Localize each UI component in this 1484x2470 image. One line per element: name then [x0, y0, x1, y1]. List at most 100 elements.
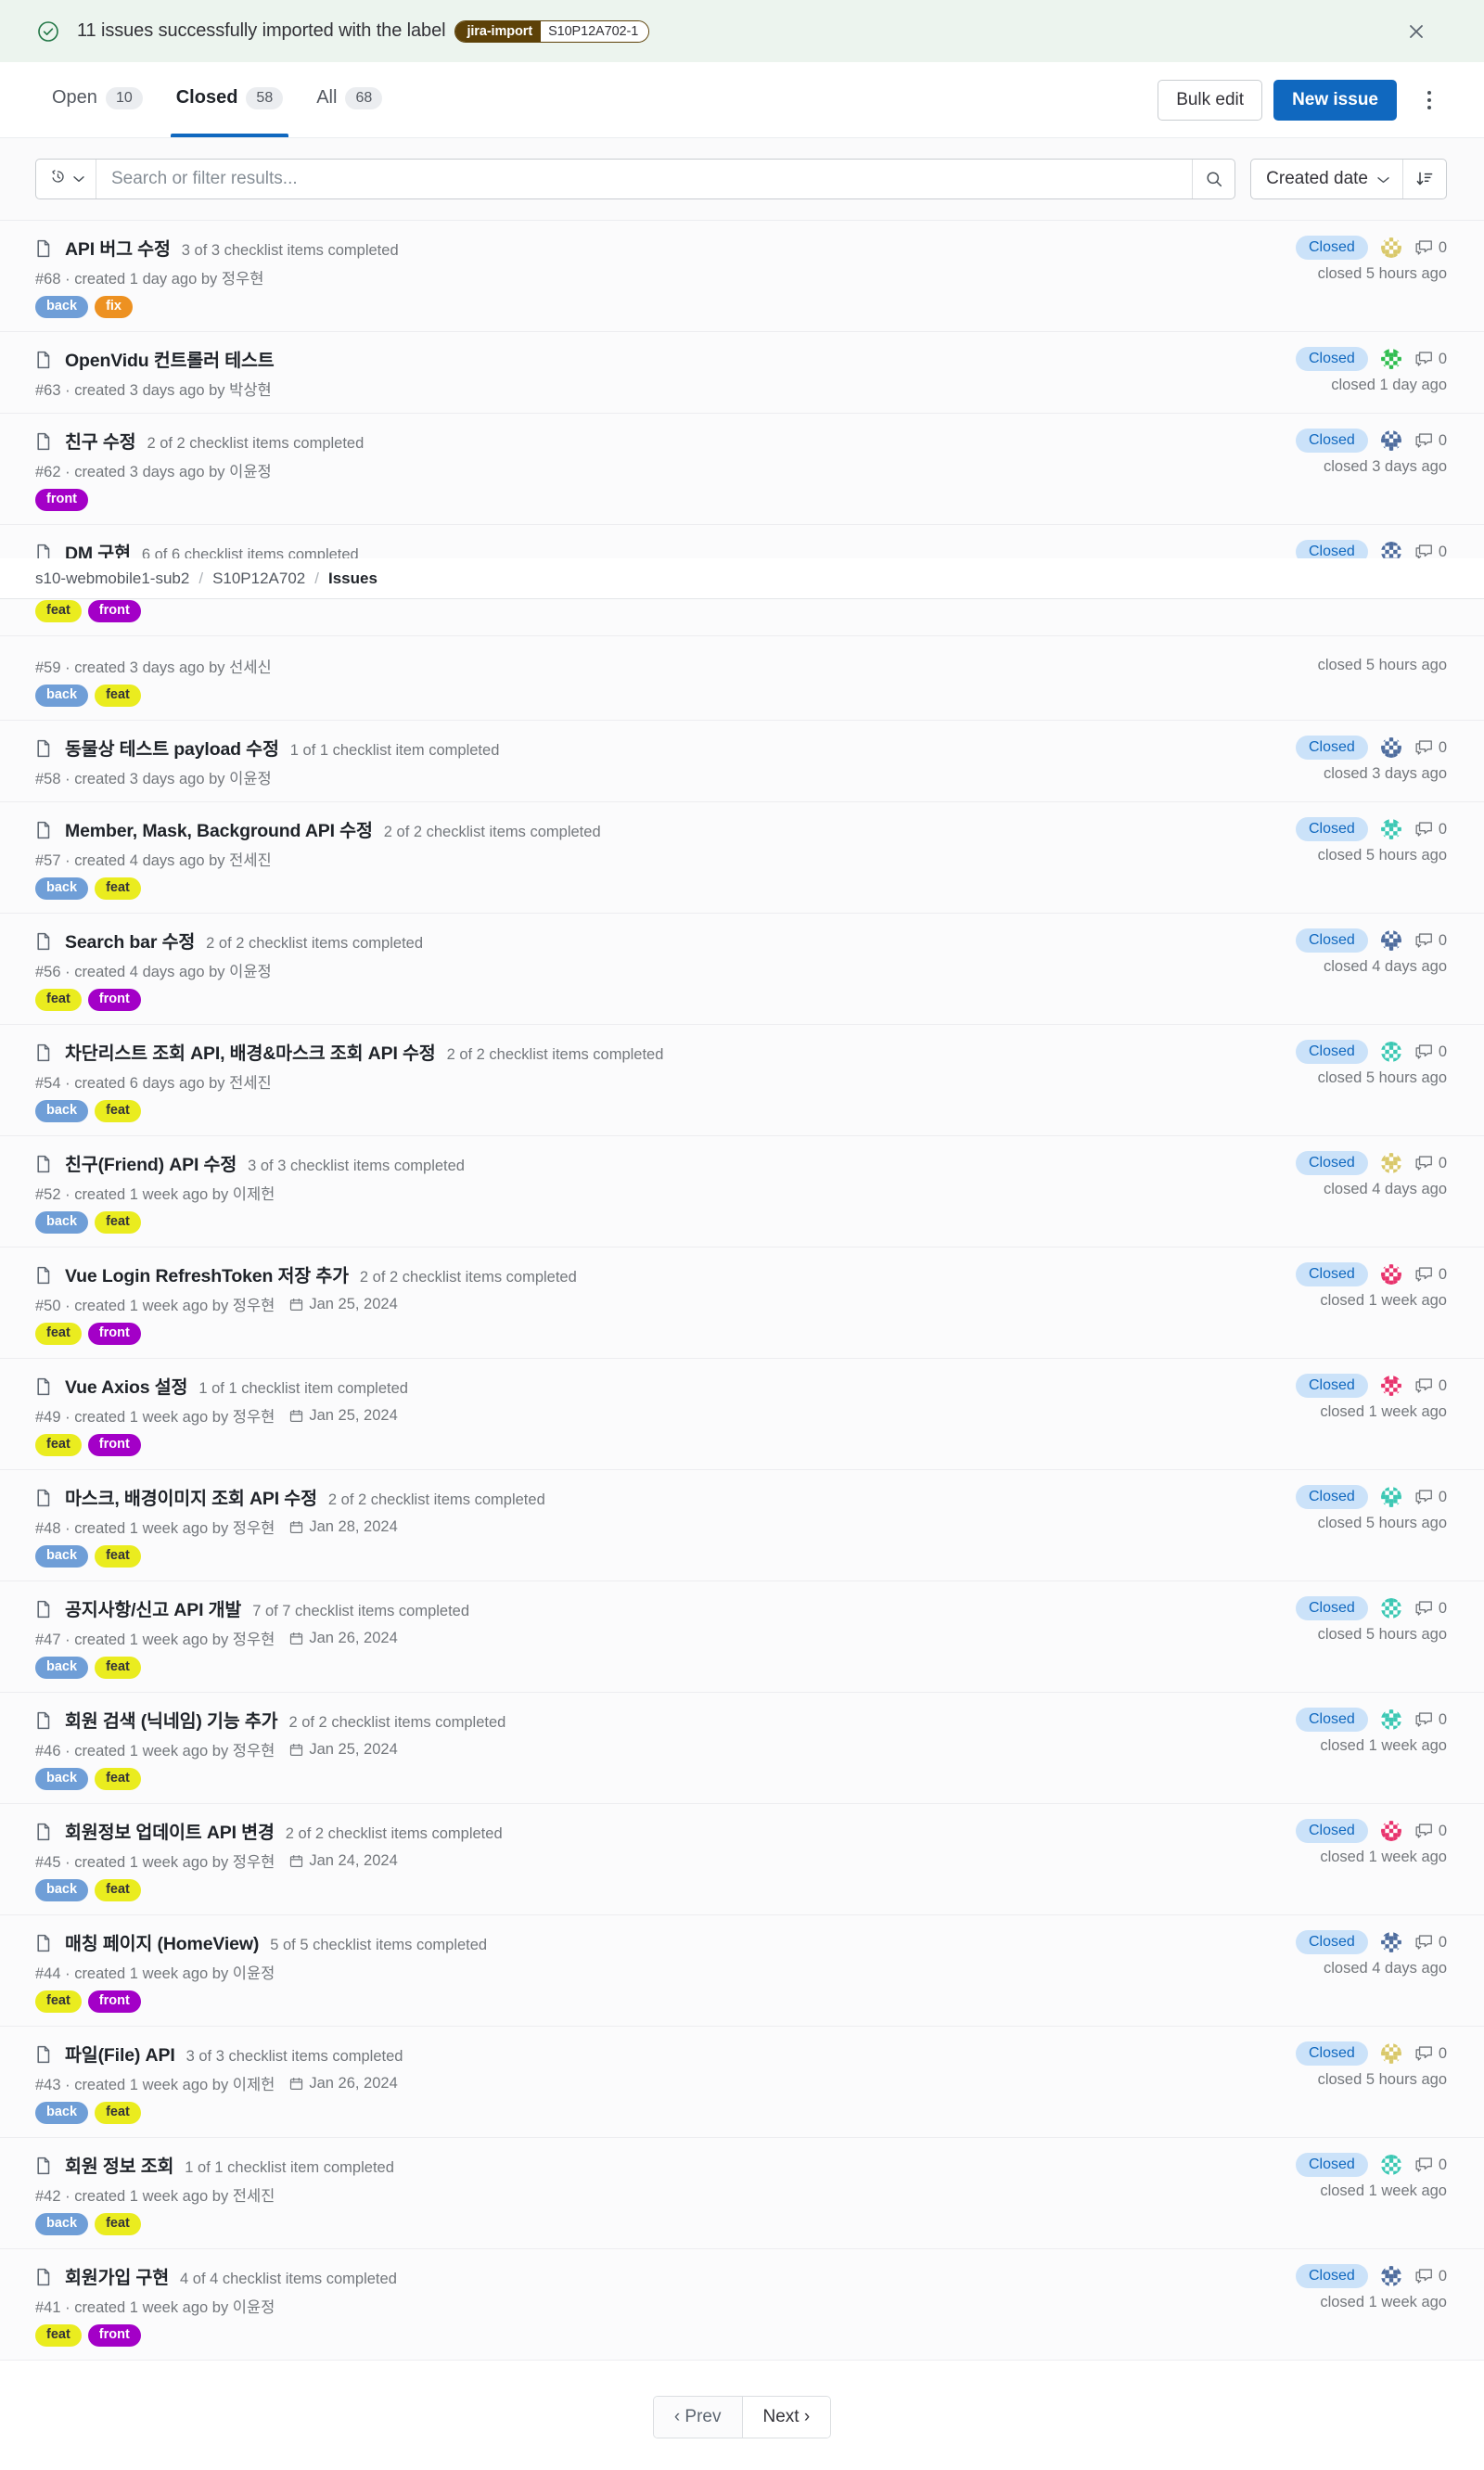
issue-label-back[interactable]: back [35, 877, 89, 900]
issue-row[interactable]: 회원 정보 조회 1 of 1 checklist item completed #… [0, 2138, 1484, 2249]
more-options-icon[interactable] [1414, 84, 1445, 116]
comment-count[interactable]: 0 [1414, 1266, 1447, 1284]
comment-count[interactable]: 0 [1414, 932, 1447, 950]
issue-row[interactable]: Vue Axios 설정 1 of 1 checklist item comple… [0, 1359, 1484, 1470]
breadcrumb-item-project[interactable]: S10P12A702 [212, 570, 305, 588]
tab-closed[interactable]: Closed 58 [160, 62, 300, 137]
issue-title[interactable]: 회원가입 구현 [65, 2262, 169, 2289]
comment-count[interactable]: 0 [1414, 2045, 1447, 2063]
issue-row[interactable]: 공지사항/신고 API 개발 7 of 7 checklist items com… [0, 1581, 1484, 1693]
issue-title[interactable]: 친구(Friend) API 수정 [65, 1149, 237, 1176]
issue-label-front[interactable]: front [87, 600, 141, 622]
issue-label-back[interactable]: back [35, 1879, 89, 1901]
search-input[interactable] [96, 160, 1193, 198]
issue-label-feat[interactable]: feat [35, 989, 82, 1011]
issue-label-front[interactable]: front [87, 1990, 141, 2013]
issue-label-back[interactable]: back [35, 2213, 89, 2235]
issue-label-feat[interactable]: feat [95, 1879, 141, 1901]
comment-count[interactable]: 0 [1414, 432, 1447, 450]
avatar[interactable] [1380, 349, 1401, 369]
comment-count[interactable]: 0 [1414, 351, 1447, 368]
issue-label-feat[interactable]: feat [95, 877, 141, 900]
tab-all[interactable]: All 68 [300, 62, 399, 137]
issue-row[interactable]: 차단리스트 조회 API, 배경&마스크 조회 API 수정 2 of 2 che… [0, 1025, 1484, 1136]
comment-count[interactable]: 0 [1414, 1600, 1447, 1618]
avatar[interactable] [1380, 1487, 1401, 1507]
issue-title[interactable]: Search bar 수정 [65, 927, 195, 953]
issue-label-feat[interactable]: feat [35, 2324, 82, 2347]
issue-label-back[interactable]: back [35, 1768, 89, 1790]
issue-label-feat[interactable]: feat [35, 600, 82, 622]
issue-row[interactable]: 동물상 테스트 payload 수정 1 of 1 checklist item … [0, 721, 1484, 802]
issue-label-front[interactable]: front [87, 1434, 141, 1456]
issue-label-feat[interactable]: feat [95, 1768, 141, 1790]
issue-row[interactable]: 회원정보 업데이트 API 변경 2 of 2 checklist items c… [0, 1804, 1484, 1915]
issue-title[interactable]: Vue Axios 설정 [65, 1372, 187, 1399]
breadcrumb-item-group[interactable]: s10-webmobile1-sub2 [35, 570, 189, 588]
search-icon[interactable] [1192, 160, 1235, 198]
avatar[interactable] [1380, 1153, 1401, 1173]
issue-row[interactable]: API 버그 수정 3 of 3 checklist items complete… [0, 221, 1484, 332]
issue-label-feat[interactable]: feat [95, 1657, 141, 1679]
issue-title[interactable]: Member, Mask, Background API 수정 [65, 815, 373, 842]
issue-row[interactable]: 친구(Friend) API 수정 3 of 3 checklist items … [0, 1136, 1484, 1248]
sort-direction-icon[interactable] [1403, 160, 1446, 198]
comment-count[interactable]: 0 [1414, 1489, 1447, 1506]
issue-row[interactable]: Vue Login RefreshToken 저장 추가 2 of 2 check… [0, 1248, 1484, 1359]
comment-count[interactable]: 0 [1414, 739, 1447, 757]
issue-title[interactable]: 회원 검색 (닉네임) 기능 추가 [65, 1706, 278, 1733]
issue-row[interactable]: 매칭 페이지 (HomeView) 5 of 5 checklist items … [0, 1915, 1484, 2027]
issue-label-feat[interactable]: feat [95, 685, 141, 707]
issue-row[interactable]: 친구 수정 2 of 2 checklist items completed #62… [0, 414, 1484, 525]
comment-count[interactable]: 0 [1414, 1043, 1447, 1061]
comment-count[interactable]: 0 [1414, 2268, 1447, 2285]
avatar[interactable] [1380, 237, 1401, 258]
issue-label-feat[interactable]: feat [35, 1990, 82, 2013]
comment-count[interactable]: 0 [1414, 2156, 1447, 2174]
avatar[interactable] [1380, 1709, 1401, 1730]
issue-label-front[interactable]: front [87, 989, 141, 1011]
issue-label-feat[interactable]: feat [95, 1545, 141, 1568]
tab-open[interactable]: Open 10 [35, 62, 160, 137]
issue-label-back[interactable]: back [35, 1657, 89, 1679]
issue-label-back[interactable]: back [35, 2102, 89, 2124]
issue-label-feat[interactable]: feat [35, 1323, 82, 1345]
next-page-button[interactable]: Next › [741, 2397, 831, 2438]
issue-row[interactable]: 파일(File) API 3 of 3 checklist items compl… [0, 2027, 1484, 2138]
comment-count[interactable]: 0 [1414, 1377, 1447, 1395]
recent-searches-button[interactable] [36, 160, 96, 198]
prev-page-button[interactable]: ‹ Prev [653, 2397, 742, 2438]
jira-import-label-pill[interactable]: jira-import S10P12A702-1 [454, 19, 650, 43]
issue-title[interactable]: 회원정보 업데이트 API 변경 [65, 1817, 275, 1844]
avatar[interactable] [1380, 737, 1401, 758]
issue-title[interactable]: 마스크, 배경이미지 조회 API 수정 [65, 1483, 317, 1510]
avatar[interactable] [1380, 819, 1401, 839]
issue-label-front[interactable]: front [35, 489, 89, 511]
issue-title[interactable]: 파일(File) API [65, 2040, 175, 2067]
comment-count[interactable]: 0 [1414, 1711, 1447, 1729]
issue-title[interactable]: Vue Login RefreshToken 저장 추가 [65, 1261, 349, 1287]
issue-row[interactable]: Search bar 수정 2 of 2 checklist items comp… [0, 914, 1484, 1025]
avatar[interactable] [1380, 1821, 1401, 1841]
avatar[interactable] [1380, 1598, 1401, 1619]
bulk-edit-button[interactable]: Bulk edit [1158, 79, 1263, 121]
issue-title[interactable]: OpenVidu 컨트롤러 테스트 [65, 345, 275, 372]
issue-row[interactable]: 회원가입 구현 4 of 4 checklist items completed #… [0, 2249, 1484, 2361]
issue-title[interactable]: 공지사항/신고 API 개발 [65, 1594, 241, 1621]
comment-count[interactable]: 0 [1414, 239, 1447, 257]
issue-title[interactable]: 매칭 페이지 (HomeView) [65, 1928, 259, 1955]
issue-title[interactable]: 동물상 테스트 payload 수정 [65, 734, 279, 761]
issue-label-back[interactable]: back [35, 1211, 89, 1234]
issue-row[interactable]: 마스크, 배경이미지 조회 API 수정 2 of 2 checklist ite… [0, 1470, 1484, 1581]
avatar[interactable] [1380, 430, 1401, 451]
issue-label-feat[interactable]: feat [95, 1100, 141, 1122]
close-icon[interactable] [1404, 19, 1428, 44]
sort-field-dropdown[interactable]: Created date [1251, 160, 1403, 198]
issue-row[interactable]: 회원 검색 (닉네임) 기능 추가 2 of 2 checklist items … [0, 1693, 1484, 1804]
avatar[interactable] [1380, 1042, 1401, 1062]
issue-row[interactable]: Member, Mask, Background API 수정 2 of 2 ch… [0, 802, 1484, 914]
issue-label-feat[interactable]: feat [95, 2213, 141, 2235]
issue-row[interactable]: #59 · created 3 days ago by 선세신 back feat c… [0, 636, 1484, 721]
issue-row[interactable]: OpenVidu 컨트롤러 테스트 #63 · created 3 days ag… [0, 332, 1484, 414]
issue-title[interactable]: API 버그 수정 [65, 234, 171, 261]
